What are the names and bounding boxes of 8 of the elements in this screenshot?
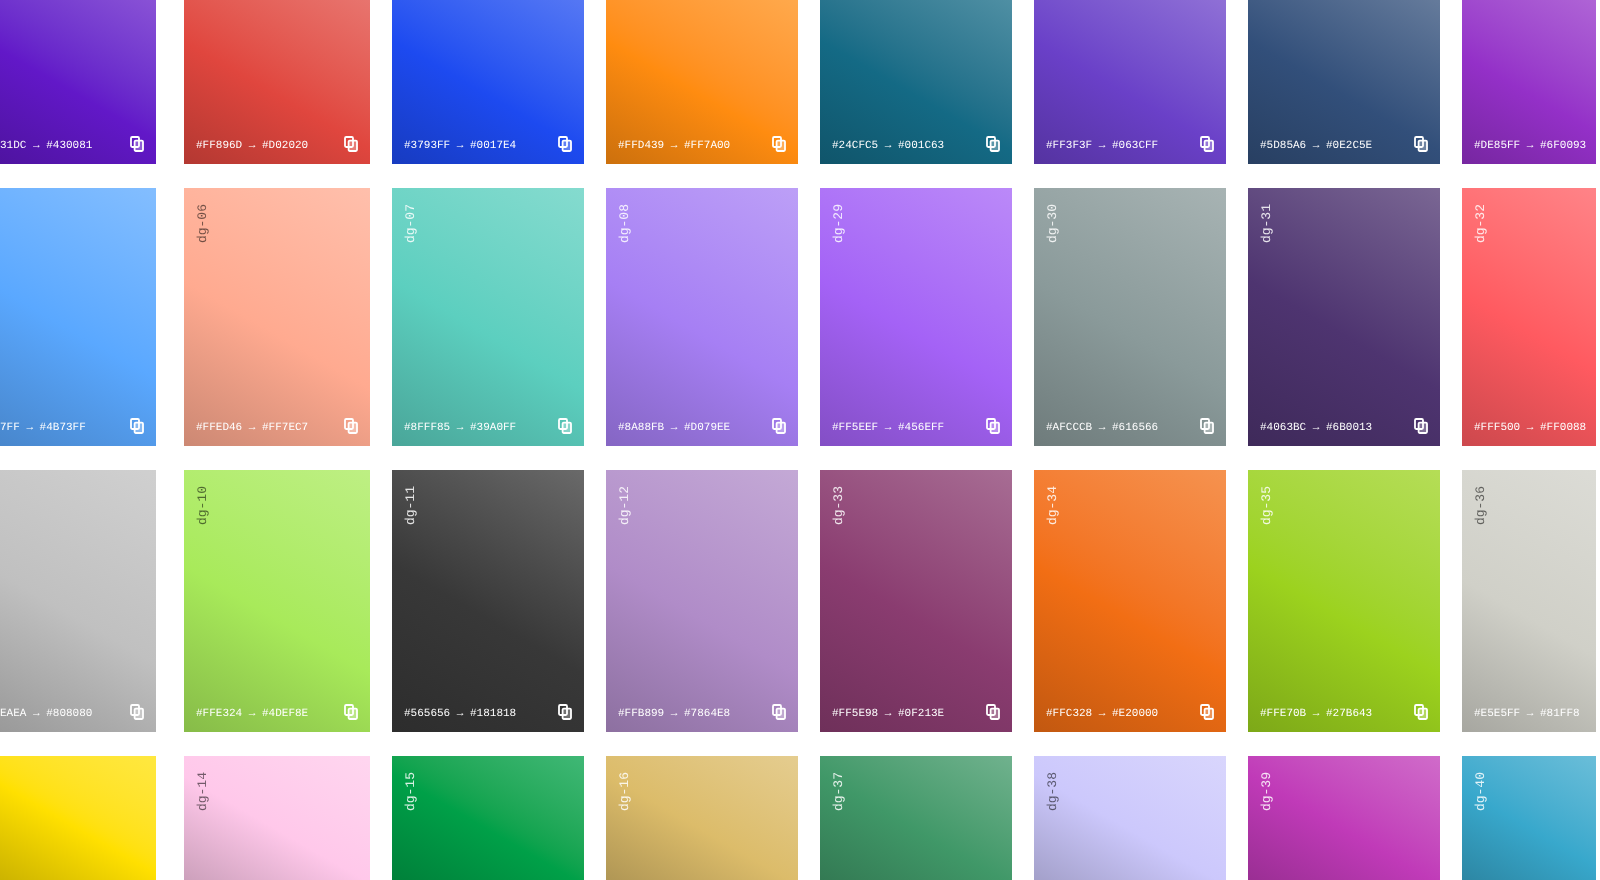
copy-icon[interactable] [558, 704, 572, 720]
copy-icon[interactable] [558, 136, 572, 152]
copy-icon[interactable] [1414, 418, 1428, 434]
copy-icon[interactable] [1200, 136, 1214, 152]
copy-icon[interactable] [986, 704, 1000, 720]
copy-icon[interactable] [1414, 136, 1428, 152]
copy-icon[interactable] [986, 136, 1000, 152]
copy-icon[interactable] [130, 136, 144, 152]
